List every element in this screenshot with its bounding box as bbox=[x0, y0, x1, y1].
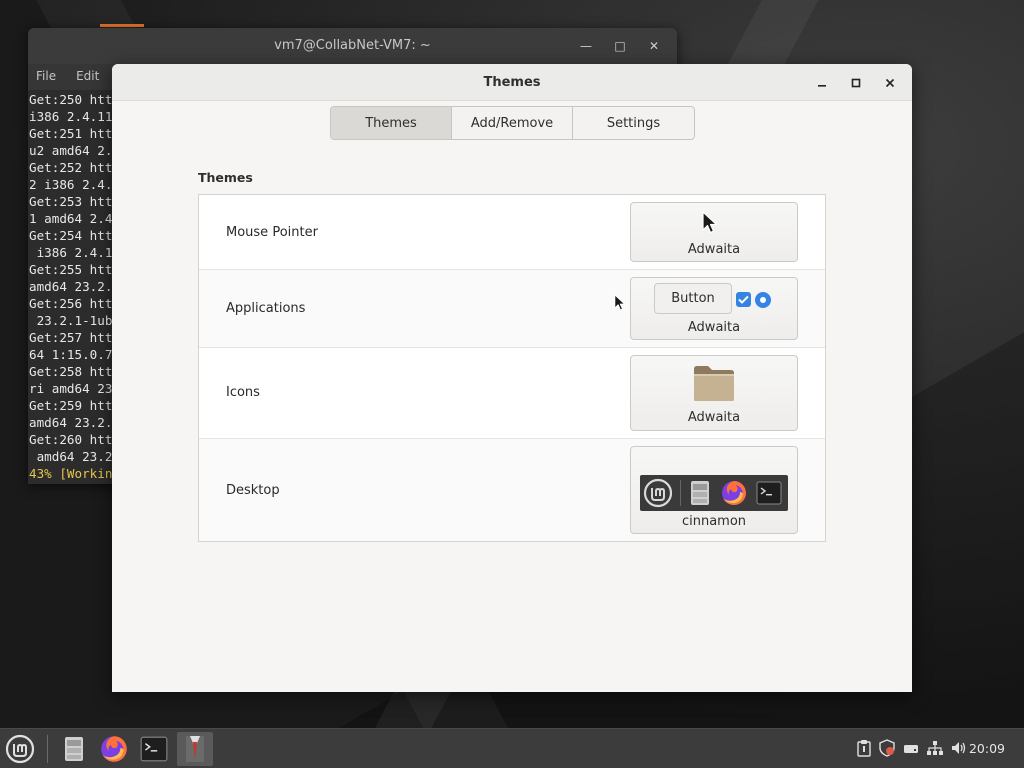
pointer-theme-name: Adwaita bbox=[687, 242, 741, 257]
row-label: Desktop bbox=[226, 483, 280, 498]
terminal-titlebar[interactable]: vm7@CollabNet-VM7: ~ — □ ✕ bbox=[28, 28, 677, 64]
drive-icon[interactable] bbox=[902, 739, 920, 757]
volume-icon[interactable] bbox=[950, 739, 968, 757]
shield-icon[interactable] bbox=[878, 739, 896, 757]
tab-settings[interactable]: Settings bbox=[573, 107, 694, 139]
close-icon[interactable] bbox=[876, 72, 904, 94]
section-title: Themes bbox=[198, 170, 253, 185]
clock[interactable]: 20:09 bbox=[969, 741, 1005, 756]
themes-titlebar[interactable]: Themes bbox=[112, 64, 912, 101]
minimize-icon[interactable]: — bbox=[573, 36, 599, 56]
themes-list: Mouse Pointer Adwaita Applications Butto… bbox=[198, 194, 826, 542]
desktop-theme-button[interactable]: cinnamon bbox=[630, 446, 798, 534]
taskbar-separator bbox=[47, 735, 48, 763]
file-manager-icon bbox=[691, 481, 709, 505]
icons-theme-name: Adwaita bbox=[687, 410, 741, 425]
icons-theme-button[interactable]: Adwaita bbox=[630, 355, 798, 431]
window-title: Themes bbox=[483, 75, 541, 90]
firefox-icon bbox=[101, 736, 127, 762]
mouse-cursor-icon bbox=[614, 294, 626, 311]
row-label: Icons bbox=[226, 385, 260, 400]
row-mouse-pointer: Mouse Pointer Adwaita bbox=[199, 195, 825, 270]
terminal-icon bbox=[756, 481, 782, 505]
taskbar-file-manager[interactable] bbox=[56, 732, 92, 766]
file-manager-icon bbox=[65, 737, 83, 761]
taskbar-themes[interactable] bbox=[177, 732, 213, 766]
mouse-pointer-theme-button[interactable]: Adwaita bbox=[630, 202, 798, 262]
menu-file[interactable]: File bbox=[36, 69, 56, 85]
taskbar: 20:09 bbox=[0, 728, 1024, 768]
mint-logo-icon bbox=[5, 734, 35, 764]
menu-button[interactable] bbox=[2, 732, 38, 766]
tab-bar: Themes Add/Remove Settings bbox=[330, 106, 695, 140]
taskbar-firefox[interactable] bbox=[96, 732, 132, 766]
row-label: Mouse Pointer bbox=[226, 225, 318, 240]
terminal-icon bbox=[140, 736, 168, 762]
pointer-preview-icon bbox=[702, 211, 718, 234]
applications-theme-button[interactable]: Button Adwaita bbox=[630, 277, 798, 340]
folder-icon bbox=[694, 366, 734, 401]
row-label: Applications bbox=[226, 301, 306, 316]
menu-edit[interactable]: Edit bbox=[76, 69, 99, 85]
row-icons: Icons Adwaita bbox=[199, 348, 825, 439]
window-highlight bbox=[100, 24, 144, 27]
tab-add-remove[interactable]: Add/Remove bbox=[452, 107, 573, 139]
network-icon[interactable] bbox=[926, 739, 944, 757]
preview-button: Button bbox=[654, 283, 732, 314]
close-icon[interactable]: ✕ bbox=[641, 36, 667, 56]
themes-window[interactable]: Themes Themes Add/Remove Settings Themes… bbox=[112, 64, 912, 692]
applications-theme-name: Adwaita bbox=[687, 320, 741, 335]
radio-preview-icon bbox=[755, 292, 771, 308]
row-applications: Applications Button Adwaita bbox=[199, 270, 825, 348]
clipboard-icon[interactable] bbox=[856, 739, 872, 757]
taskbar-terminal[interactable] bbox=[136, 732, 172, 766]
row-desktop: Desktop cinnamon bbox=[199, 439, 825, 541]
firefox-icon bbox=[722, 481, 746, 505]
checkbox-preview-icon bbox=[736, 292, 751, 307]
panel-preview bbox=[640, 475, 788, 511]
mint-logo-icon bbox=[643, 478, 673, 508]
panel-separator bbox=[680, 480, 681, 506]
system-tray bbox=[856, 739, 968, 757]
desktop-theme-name: cinnamon bbox=[681, 514, 747, 529]
minimize-icon[interactable] bbox=[808, 72, 836, 94]
maximize-icon[interactable]: □ bbox=[607, 36, 633, 56]
maximize-icon[interactable] bbox=[842, 72, 870, 94]
tab-themes[interactable]: Themes bbox=[331, 107, 452, 139]
themes-app-icon bbox=[186, 736, 204, 762]
